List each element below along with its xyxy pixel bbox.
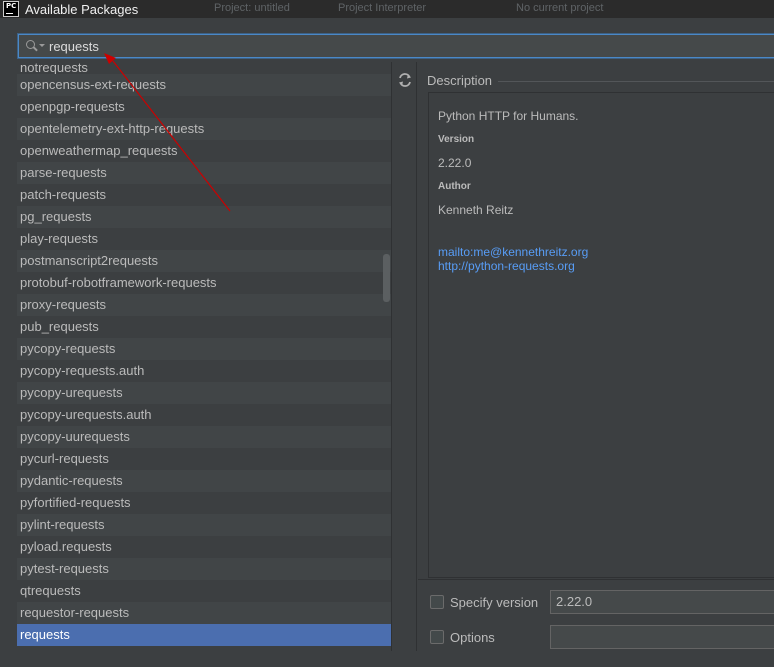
package-list-item[interactable]: pycopy-uurequests [17, 426, 391, 448]
package-list-item[interactable]: pycopy-urequests.auth [17, 404, 391, 426]
specify-version-checkbox[interactable] [430, 595, 444, 609]
description-separator [498, 81, 774, 82]
package-list-item[interactable]: opencensus-ext-requests [17, 74, 391, 96]
package-list-item[interactable]: pydantic-requests [17, 470, 391, 492]
window-title: Available Packages [25, 1, 139, 17]
author-value: Kenneth Reitz [438, 203, 514, 217]
package-list-item[interactable]: proxy-requests [17, 294, 391, 316]
search-icon[interactable] [24, 38, 46, 54]
package-list-item[interactable]: pyload.requests [17, 536, 391, 558]
version-label: Version [438, 134, 475, 145]
description-body: Python HTTP for Humans. Version 2.22.0 A… [428, 92, 774, 578]
options-label: Options [450, 630, 495, 645]
author-email-link[interactable]: mailto:me@kennethreitz.org [438, 245, 588, 259]
specify-version-label: Specify version [450, 595, 539, 610]
package-list-item[interactable]: protobuf-robotframework-requests [17, 272, 391, 294]
package-list-item[interactable]: requests [17, 624, 391, 646]
options-field[interactable] [550, 625, 774, 649]
background-crumb-interpreter: Project Interpreter [338, 2, 427, 14]
author-label: Author [438, 181, 471, 192]
search-input[interactable] [49, 38, 749, 54]
package-list-item[interactable]: pyfortified-requests [17, 492, 391, 514]
version-value: 2.22.0 [438, 156, 472, 170]
package-list-scrollbar[interactable] [381, 62, 391, 651]
search-area [0, 18, 774, 62]
search-box[interactable] [18, 34, 774, 58]
description-header: Description [427, 73, 493, 88]
package-list-item[interactable]: pycopy-requests.auth [17, 360, 391, 382]
package-list-item[interactable]: pycopy-requests [17, 338, 391, 360]
package-list-item[interactable]: pg_requests [17, 206, 391, 228]
package-list-item[interactable]: openpgp-requests [17, 96, 391, 118]
package-list-item[interactable]: patch-requests [17, 184, 391, 206]
pycharm-icon: PC [3, 1, 19, 17]
homepage-link[interactable]: http://python-requests.org [438, 259, 575, 273]
list-toolbar [391, 62, 417, 651]
refresh-icon[interactable] [397, 72, 413, 88]
package-list[interactable]: notrequests opencensus-ext-requests openpg… [17, 62, 391, 651]
package-list-item[interactable]: postmanscript2requests [17, 250, 391, 272]
package-list-item[interactable]: requestor-requests [17, 602, 391, 624]
options-checkbox[interactable] [430, 630, 444, 644]
install-options: Specify version 2.22.0 Options [418, 579, 774, 667]
package-list-item[interactable]: pycurl-requests [17, 448, 391, 470]
background-crumb-project: Project: untitled [214, 2, 290, 14]
package-list-item[interactable]: pytest-requests [17, 558, 391, 580]
package-list-item[interactable]: pub_requests [17, 316, 391, 338]
bottom-strip [0, 651, 418, 667]
background-crumb-no-project: No current project [516, 2, 604, 14]
scrollbar-thumb[interactable] [383, 254, 390, 302]
description-panel: Description Python HTTP for Humans. Vers… [418, 62, 774, 582]
package-list-item[interactable]: qtrequests [17, 580, 391, 602]
version-field[interactable]: 2.22.0 [550, 590, 774, 614]
package-list-item[interactable]: pycopy-urequests [17, 382, 391, 404]
package-list-item[interactable]: play-requests [17, 228, 391, 250]
package-list-item[interactable]: notrequests [17, 62, 391, 74]
package-list-item[interactable]: opentelemetry-ext-http-requests [17, 118, 391, 140]
package-summary: Python HTTP for Humans. [438, 109, 579, 123]
title-bar: PC Available Packages Project: untitled … [0, 0, 774, 18]
package-list-item[interactable]: parse-requests [17, 162, 391, 184]
package-list-item[interactable]: pylint-requests [17, 514, 391, 536]
package-list-item[interactable]: openweathermap_requests [17, 140, 391, 162]
